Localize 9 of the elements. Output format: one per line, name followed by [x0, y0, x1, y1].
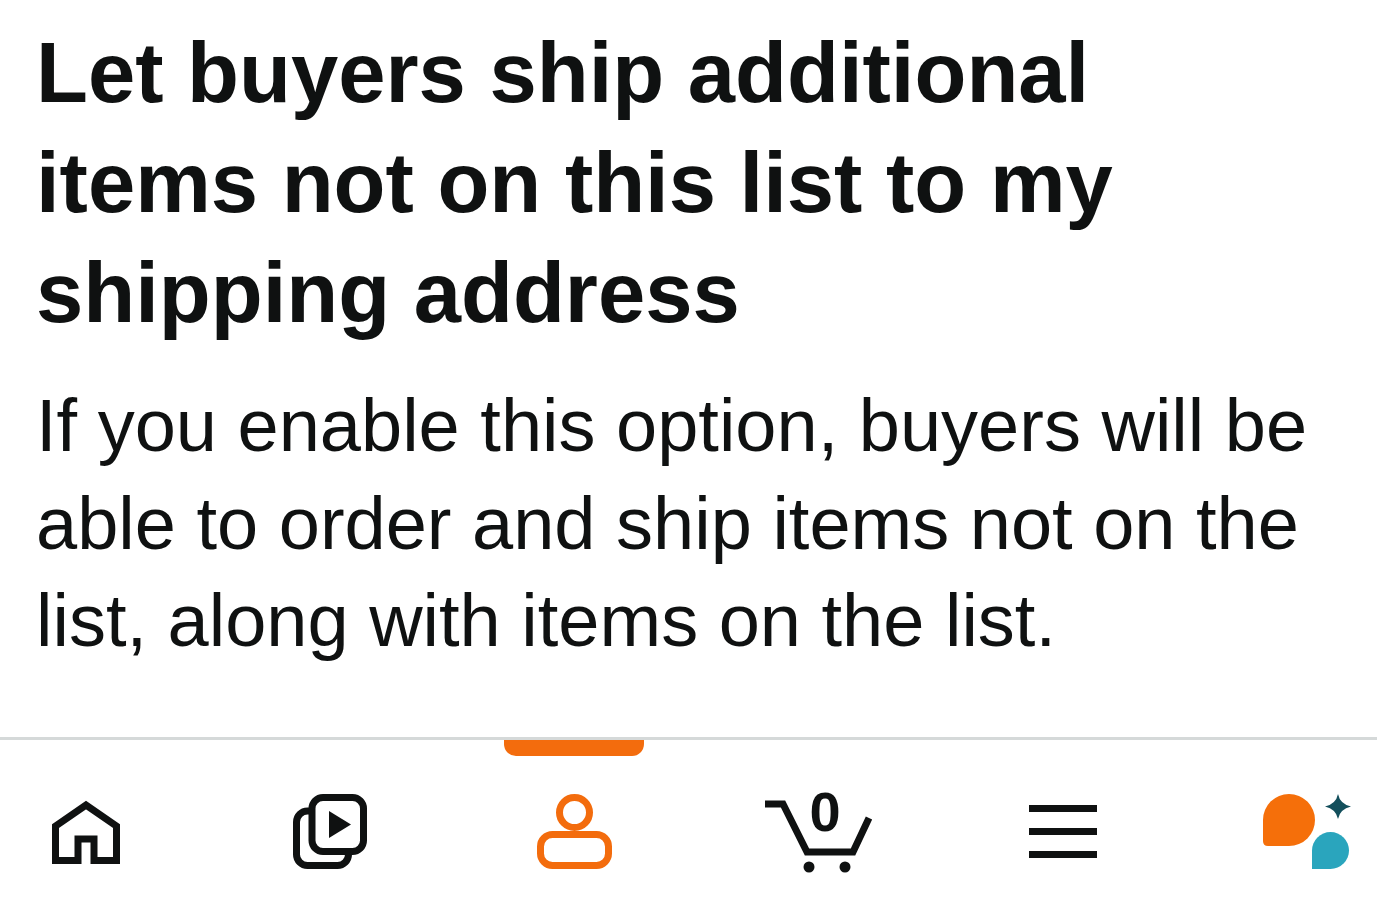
stacked-play-icon: [293, 793, 368, 869]
cart-count: 0: [809, 783, 841, 840]
person-icon: [536, 793, 612, 869]
home-icon: [52, 798, 120, 864]
cart-tab[interactable]: 0: [748, 740, 889, 917]
menu-icon: [1028, 804, 1097, 858]
option-description: If you enable this option, buyers will be able to order and ship items not on the list, along with items on the list.: [36, 383, 1309, 664]
page-heading: Let buyers ship additional items not on this list to my shipping address: [36, 24, 1114, 342]
chat-bubbles-sparkle-icon: [1262, 793, 1351, 869]
